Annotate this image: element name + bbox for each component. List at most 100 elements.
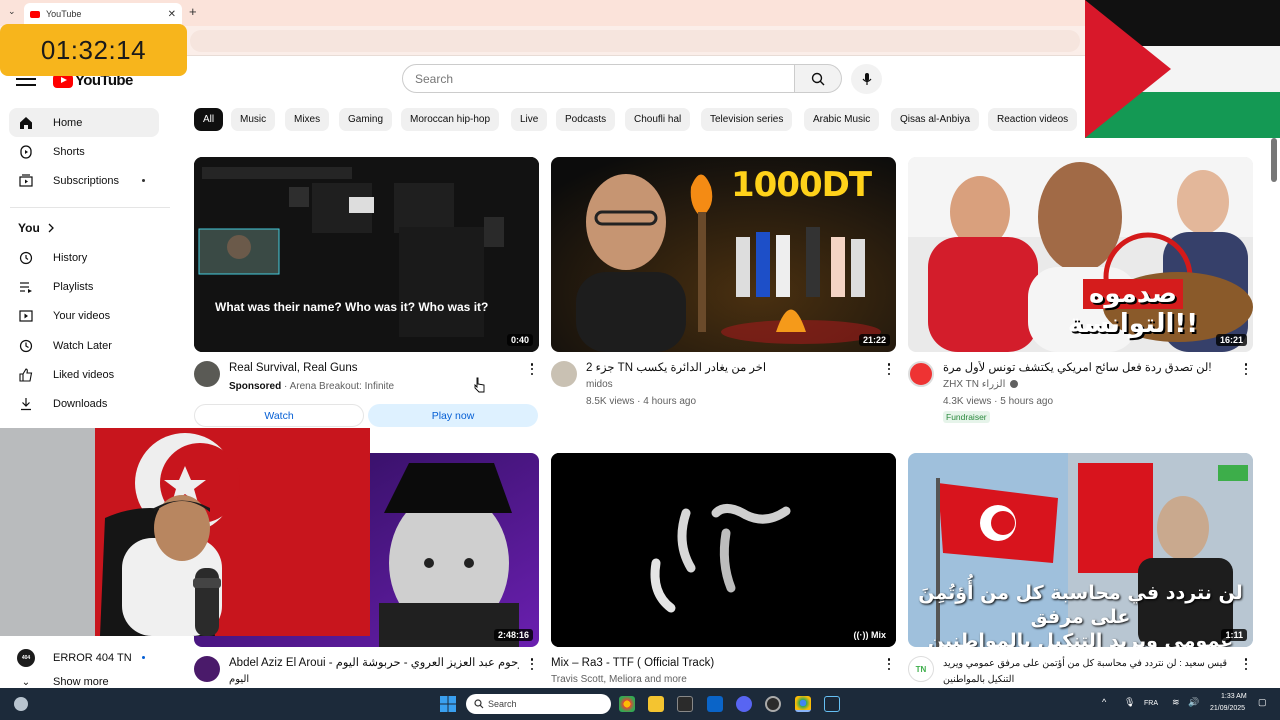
steam-icon[interactable] <box>824 696 840 712</box>
chip-arabic-music[interactable]: Arabic Music <box>804 108 880 131</box>
video-duration: 1:11 <box>1221 629 1247 641</box>
channel-name[interactable]: ZHX TN الزراء <box>943 379 1019 390</box>
channel-name[interactable]: Travis Scott, Meliora and more <box>551 674 687 685</box>
page-scrollbar[interactable] <box>1271 138 1277 182</box>
chrome-icon[interactable] <box>619 696 635 712</box>
chevron-right-icon <box>48 223 54 233</box>
more-options-icon[interactable] <box>1241 657 1251 671</box>
sidebar-item-home[interactable]: Home <box>9 108 159 137</box>
more-options-icon[interactable] <box>884 362 894 376</box>
video-title[interactable]: قيس سعيد : لن نتردد في محاسبة كل من أؤتم… <box>943 656 1233 671</box>
microphone-icon <box>862 73 871 85</box>
video-thumbnail[interactable]: صدموه التوانسة!! 16:21 <box>908 157 1253 352</box>
file-explorer-icon[interactable] <box>648 696 664 712</box>
store-icon[interactable] <box>677 696 693 712</box>
sidebar-item-downloads[interactable]: Downloads <box>9 389 159 418</box>
url-field[interactable] <box>190 30 1080 52</box>
sidebar-item-label: Shorts <box>53 145 85 158</box>
channel-name[interactable]: midos <box>586 379 613 390</box>
sponsored-label: Sponsored <box>229 381 282 392</box>
sidebar-item-shorts[interactable]: Shorts <box>9 137 159 166</box>
sidebar-you-header[interactable]: You <box>18 221 56 235</box>
thumbs-up-icon <box>17 366 35 384</box>
discord-icon[interactable] <box>736 696 752 712</box>
playlists-icon <box>17 278 35 296</box>
volume-icon[interactable]: 🔊 <box>1188 697 1199 708</box>
video-title[interactable]: Real Survival, Real Guns <box>229 361 519 376</box>
video-thumbnail[interactable]: ((·)) Mix <box>551 453 896 647</box>
taskbar-search[interactable]: Search <box>466 694 611 714</box>
browser-tab-youtube[interactable]: YouTube ✕ <box>24 3 182 25</box>
chip-television-series[interactable]: Television series <box>701 108 793 131</box>
chip-live[interactable]: Live <box>511 108 548 131</box>
search-icon <box>811 72 825 85</box>
sidebar-item-playlists[interactable]: Playlists <box>9 272 159 301</box>
sidebar-item-label: Home <box>53 116 83 129</box>
tab-title: YouTube <box>46 9 82 19</box>
live-dot <box>142 656 145 659</box>
wifi-icon[interactable]: ≋ <box>1172 697 1180 708</box>
windows-start-icon[interactable] <box>440 696 456 712</box>
clock-time[interactable]: 1:33 AM <box>1221 693 1247 700</box>
more-options-icon[interactable] <box>884 657 894 671</box>
watch-button[interactable]: Watch <box>194 404 364 427</box>
sidebar-item-label: Liked videos <box>53 368 115 381</box>
sidebar-item-your-videos[interactable]: Your videos <box>9 301 159 330</box>
widgets-icon[interactable] <box>14 697 28 711</box>
video-title[interactable]: Abdel Aziz El Aroui - حكايات المرحوم عبد… <box>229 656 519 671</box>
video-thumbnail[interactable]: What was their name? Who was it? Who was… <box>194 157 539 352</box>
chip-moroccan-hip-hop[interactable]: Moroccan hip-hop <box>401 108 500 131</box>
sidebar-item-liked-videos[interactable]: Liked videos <box>9 360 159 389</box>
shorts-icon <box>17 143 35 161</box>
tray-chevron-icon[interactable]: ^ <box>1102 697 1106 707</box>
sidebar-item-subscriptions[interactable]: Subscriptions <box>9 166 159 195</box>
channel-avatar[interactable] <box>194 656 220 682</box>
thumbnail-text: 1000DT <box>731 165 872 205</box>
outlook-icon[interactable] <box>707 696 723 712</box>
sidebar-item-history[interactable]: History <box>9 243 159 272</box>
language-indicator[interactable]: FRA <box>1144 700 1158 707</box>
notifications-icon[interactable]: ▢ <box>1258 697 1267 708</box>
clock-date[interactable]: 21/09/2025 <box>1210 705 1245 712</box>
sidebar-item-label: Subscriptions <box>53 174 120 187</box>
chip-qisas-al-anbiya[interactable]: Qisas al-Anbiya <box>891 108 980 131</box>
channel-avatar[interactable] <box>908 361 934 387</box>
channel-avatar[interactable] <box>194 361 220 387</box>
thumbnail-image <box>194 157 539 352</box>
video-duration: 21:22 <box>858 334 890 346</box>
sponsor-line: Sponsored · Arena Breakout: Infinite <box>229 381 394 392</box>
video-thumbnail[interactable]: 1000DT 21:22 <box>551 157 896 352</box>
windows-taskbar <box>0 688 1280 720</box>
video-thumbnail[interactable]: لن نتردد في محاسبة كل من أُؤتُمِنَ على م… <box>908 453 1253 647</box>
channel-avatar[interactable]: TN <box>908 656 934 682</box>
chip-reaction-videos[interactable]: Reaction videos <box>988 108 1078 131</box>
search-button[interactable] <box>795 64 842 93</box>
chrome-active-icon[interactable] <box>795 696 811 712</box>
chip-music[interactable]: Music <box>231 108 276 131</box>
app-icon[interactable] <box>765 696 781 712</box>
chip-mixes[interactable]: Mixes <box>285 108 330 131</box>
new-tab-button[interactable]: + <box>189 4 197 19</box>
thumbnail-caption: What was their name? Who was it? Who was… <box>215 300 489 314</box>
video-title[interactable]: جزء 2 TN اخر من يغادر الدائرة يكسب <box>586 361 876 376</box>
chip-gaming[interactable]: Gaming <box>339 108 393 131</box>
more-options-icon[interactable] <box>527 362 537 376</box>
tab-close-icon[interactable]: ✕ <box>168 9 176 20</box>
channel-avatar[interactable] <box>551 361 577 387</box>
chip-all[interactable]: All <box>194 108 224 131</box>
sidebar-subscription-error404tn[interactable]: 404 ERROR 404 TN <box>9 643 159 672</box>
chip-choufli-hal[interactable]: Choufli hal <box>625 108 691 131</box>
microphone-tray-icon[interactable]: 🎙 <box>1124 697 1135 708</box>
more-options-icon[interactable] <box>527 657 537 671</box>
video-title[interactable]: لن تصدق ردة فعل سائح امريكي يكتشف تونس ل… <box>943 361 1233 376</box>
search-input[interactable]: Search <box>402 64 795 93</box>
video-title[interactable]: Mix – Ra3 - TTF ( Official Track) <box>551 656 871 671</box>
sidebar-item-watch-later[interactable]: Watch Later <box>9 331 159 360</box>
play-now-button[interactable]: Play now <box>368 404 538 427</box>
chip-podcasts[interactable]: Podcasts <box>556 108 616 131</box>
voice-search-button[interactable] <box>851 64 882 94</box>
tab-list-chevron-icon[interactable]: ⌄ <box>8 6 16 17</box>
more-options-icon[interactable] <box>1241 362 1251 376</box>
video-duration: 0:40 <box>506 334 533 346</box>
webcam-overlay <box>0 428 370 636</box>
